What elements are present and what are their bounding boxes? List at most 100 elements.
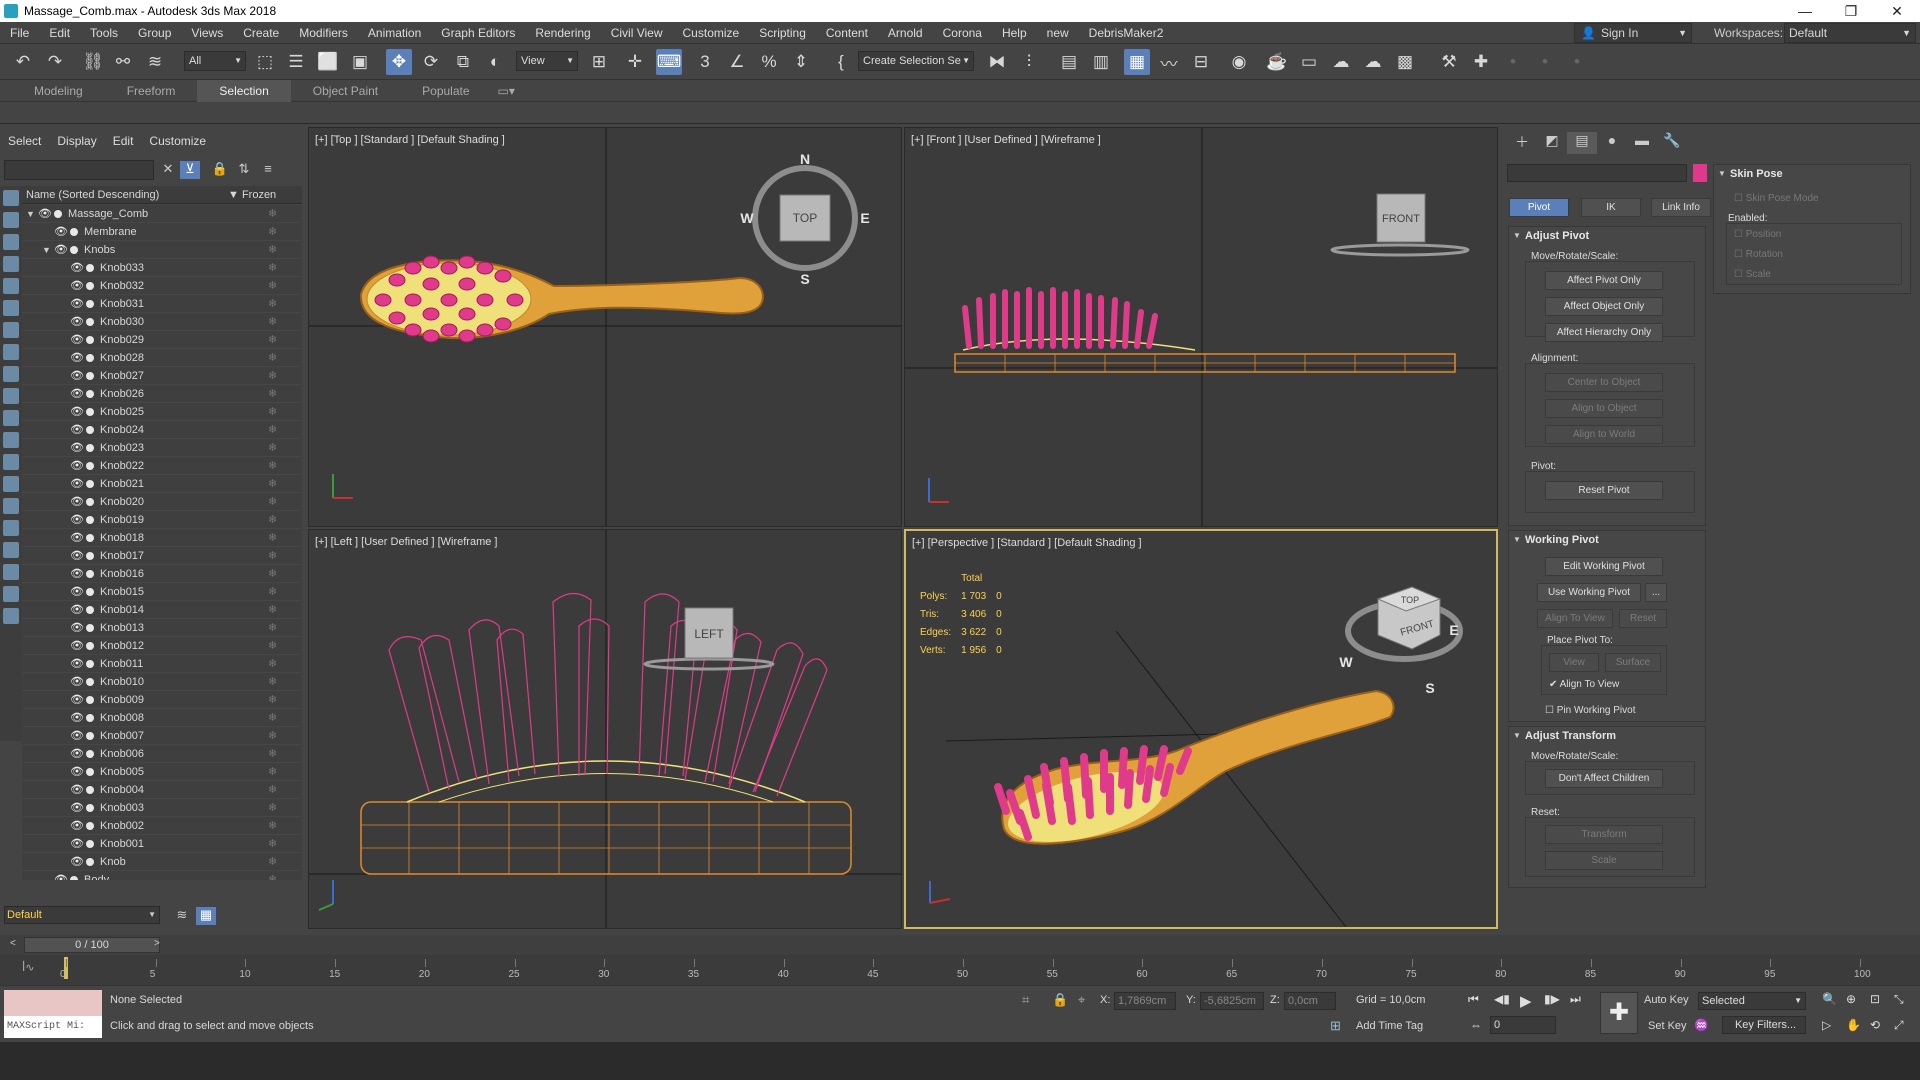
layer-explorer-icon[interactable]: ≋ [172, 907, 192, 925]
frozen-toggle-icon[interactable]: ❄ [268, 313, 277, 331]
field-of-view-icon[interactable]: ▷ [1822, 1018, 1831, 1032]
visibility-eye-icon[interactable]: 👁 [70, 349, 84, 367]
select-object-icon[interactable]: ⬚ [252, 49, 278, 75]
explorer-row[interactable]: 👁 Knob022 ❄ [22, 457, 302, 475]
play-icon[interactable]: ▶ [1520, 992, 1532, 1010]
working-pivot-reset-button[interactable]: Reset [1619, 609, 1667, 628]
visibility-eye-icon[interactable]: 👁 [70, 547, 84, 565]
explorer-row[interactable]: 👁 Body ❄ [22, 871, 302, 880]
named-selection-set-dropdown[interactable]: Create Selection Se ▼ [858, 51, 974, 71]
maximize-viewport-icon[interactable]: ⤢ [1894, 1018, 1904, 1033]
display-spacewarps-icon[interactable] [3, 322, 19, 338]
align-icon[interactable]: ⫶ [1016, 49, 1042, 75]
visibility-eye-icon[interactable]: 👁 [54, 241, 68, 259]
go-to-end-icon[interactable]: ⏭ [1570, 992, 1581, 1007]
select-and-scale-icon[interactable]: ⧉ [450, 49, 476, 75]
menu-arnold[interactable]: Arnold [878, 26, 933, 40]
display-sort-icon[interactable] [3, 586, 19, 602]
curve-editor-icon[interactable]: 〰 [1156, 49, 1182, 75]
display-containers-icon[interactable] [3, 410, 19, 426]
reference-coordinate-dropdown[interactable]: View ▼ [516, 51, 578, 71]
ik-button[interactable]: IK [1581, 198, 1641, 217]
tab-modeling[interactable]: Modeling [12, 80, 105, 102]
viewport-label[interactable]: [+] [Perspective ] [Standard ] [Default … [912, 537, 1142, 549]
layer-dropdown[interactable]: Default ▼ [4, 906, 160, 924]
align-to-object-button[interactable]: Align to Object [1545, 399, 1663, 418]
explorer-row[interactable]: 👁 Knob014 ❄ [22, 601, 302, 619]
expand-toggle-icon[interactable]: ▼ [42, 241, 51, 259]
explorer-row[interactable]: ▼ 👁 Massage_Comb ❄ [22, 205, 302, 223]
skin-pose-mode-checkbox[interactable]: ☐ Skin Pose Mode [1734, 193, 1819, 204]
explorer-row[interactable]: 👁 Knob008 ❄ [22, 709, 302, 727]
zoom-extents-icon[interactable]: ⊡ [1870, 992, 1880, 1006]
frozen-toggle-icon[interactable]: ❄ [268, 547, 277, 565]
pivot-button[interactable]: Pivot [1509, 198, 1569, 217]
explorer-row[interactable]: 👁 Knob013 ❄ [22, 619, 302, 637]
visibility-eye-icon[interactable]: 👁 [70, 565, 84, 583]
material-editor-icon[interactable]: ◉ [1226, 49, 1252, 75]
explorer-menu-select[interactable]: Select [0, 132, 49, 150]
pan-view-icon[interactable]: ✋ [1846, 1018, 1861, 1032]
visibility-eye-icon[interactable]: 👁 [70, 781, 84, 799]
display-hidden-icon[interactable] [3, 454, 19, 470]
explorer-row[interactable]: 👁 Knob028 ❄ [22, 349, 302, 367]
menu-group[interactable]: Group [128, 26, 181, 40]
toggle-ribbon-icon[interactable]: ▥ [1088, 49, 1114, 75]
plus-tool-icon[interactable]: ✚ [1468, 49, 1494, 75]
explorer-menu-edit[interactable]: Edit [105, 132, 142, 150]
explorer-row[interactable]: 👁 Knob025 ❄ [22, 403, 302, 421]
place-pivot-surface-button[interactable]: Surface [1605, 653, 1661, 672]
maximize-button[interactable]: ❐ [1828, 3, 1874, 20]
object-color-swatch[interactable] [1693, 164, 1707, 182]
display-collapse-icon[interactable] [3, 608, 19, 624]
explorer-row[interactable]: 👁 Knob031 ❄ [22, 295, 302, 313]
workspace-select[interactable]: Default ▼ [1784, 23, 1916, 43]
display-all-children-icon[interactable] [3, 476, 19, 492]
explorer-search-input[interactable] [4, 160, 154, 180]
absolute-mode-icon[interactable]: ⌖ [1078, 992, 1085, 1008]
menu-tools[interactable]: Tools [80, 26, 128, 40]
frozen-toggle-icon[interactable]: ❄ [268, 223, 277, 241]
align-to-view-checkbox[interactable]: ✔ Align To View [1549, 679, 1619, 690]
reset-scale-button[interactable]: Scale [1545, 851, 1663, 870]
explorer-row[interactable]: 👁 Knob023 ❄ [22, 439, 302, 457]
next-frame-icon[interactable]: ▮▶ [1544, 992, 1560, 1006]
set-key-button[interactable]: Set Key [1648, 1020, 1687, 1032]
modifier-tool-icon[interactable]: ⚒ [1436, 49, 1462, 75]
frozen-toggle-icon[interactable]: ❄ [268, 349, 277, 367]
frozen-toggle-icon[interactable]: ❄ [268, 205, 277, 223]
selection-lock-icon[interactable]: 🔒 [1052, 992, 1068, 1008]
zoom-extents-all-icon[interactable]: ⤡ [1894, 992, 1904, 1007]
visibility-eye-icon[interactable]: 👁 [70, 835, 84, 853]
scene-explorer-icon[interactable]: ▦ [1124, 49, 1150, 75]
filter-icon[interactable]: ⊻ [180, 161, 200, 179]
dont-affect-children-button[interactable]: Don't Affect Children [1545, 769, 1663, 788]
frozen-toggle-icon[interactable]: ❄ [268, 637, 277, 655]
explorer-row[interactable]: 👁 Knob024 ❄ [22, 421, 302, 439]
menu-help[interactable]: Help [992, 26, 1037, 40]
visibility-eye-icon[interactable]: 👁 [70, 313, 84, 331]
frozen-toggle-icon[interactable]: ❄ [268, 241, 277, 259]
clear-search-icon[interactable]: ✕ [158, 161, 178, 179]
snaps-toggle-icon[interactable]: 3 [692, 49, 718, 75]
visibility-eye-icon[interactable]: 👁 [70, 295, 84, 313]
working-pivot-header[interactable]: Working Pivot [1509, 531, 1705, 549]
adjust-transform-header[interactable]: Adjust Transform [1509, 727, 1705, 745]
pivot-point-icon[interactable]: ⊞ [586, 49, 612, 75]
explorer-row[interactable]: 👁 Knob017 ❄ [22, 547, 302, 565]
time-slider-prev-icon[interactable]: < [10, 938, 16, 949]
frozen-toggle-icon[interactable]: ❄ [268, 475, 277, 493]
mirror-icon[interactable]: ⧓ [984, 49, 1010, 75]
time-config-icon[interactable]: ⇔ [1470, 1018, 1482, 1032]
maxscript-mini-input[interactable]: MAXScript Mi: [4, 1016, 102, 1038]
auto-key-button[interactable]: Auto Key [1644, 994, 1689, 1006]
key-filters-button[interactable]: Key Filters... [1722, 1016, 1806, 1034]
time-slider-next-icon[interactable]: > [154, 938, 160, 949]
frozen-toggle-icon[interactable]: ❄ [268, 691, 277, 709]
frozen-toggle-icon[interactable]: ❄ [268, 619, 277, 637]
edit-working-pivot-button[interactable]: Edit Working Pivot [1545, 557, 1663, 576]
explorer-row[interactable]: 👁 Knob026 ❄ [22, 385, 302, 403]
go-to-start-icon[interactable]: ⏮ [1468, 992, 1479, 1007]
time-slider-thumb[interactable]: 0 / 100 [24, 937, 160, 953]
select-and-rotate-icon[interactable]: ⟳ [418, 49, 444, 75]
